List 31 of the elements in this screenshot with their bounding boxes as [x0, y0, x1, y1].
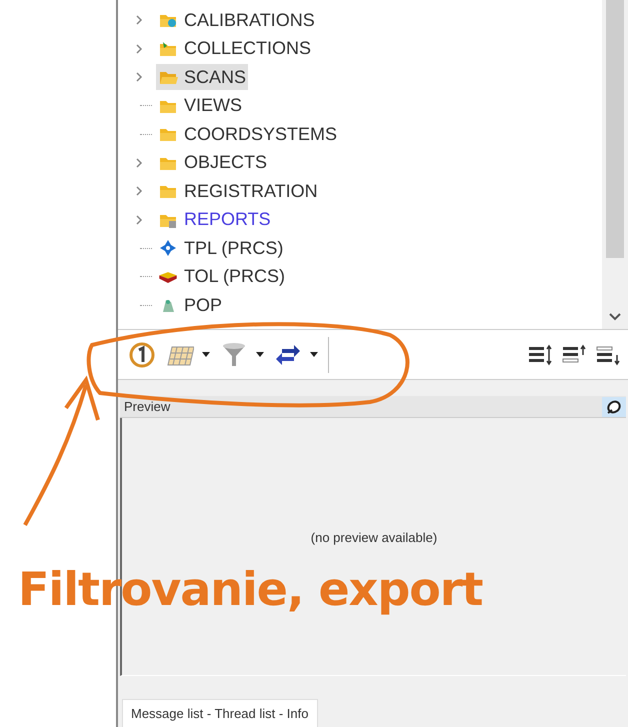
- tree-item[interactable]: REGISTRATION: [156, 178, 320, 204]
- tree-item[interactable]: TOL (PRCS): [156, 264, 288, 290]
- tpl-icon: [158, 239, 178, 258]
- dropdown-caret-icon: [202, 352, 210, 357]
- expand-chevron-icon[interactable]: [136, 44, 143, 54]
- expand-chevron-icon[interactable]: [136, 158, 143, 168]
- tree-item[interactable]: REPORTS: [156, 206, 273, 233]
- tree-item[interactable]: CALIBRATIONS: [156, 7, 317, 34]
- dropdown-caret-icon: [256, 352, 264, 357]
- expand-chevron-icon[interactable]: [136, 186, 143, 196]
- dropdown-caret-icon: [310, 352, 318, 357]
- panel-title: Preview: [124, 398, 170, 416]
- tol-icon: [158, 270, 178, 283]
- scroll-down-icon[interactable]: [609, 313, 621, 321]
- tree-item[interactable]: COLLECTIONS: [156, 36, 314, 62]
- tree-item[interactable]: POP: [156, 292, 224, 318]
- expand-chevron-icon[interactable]: [136, 15, 143, 26]
- tree-item[interactable]: OBJECTS: [156, 150, 270, 176]
- expand-chevron-icon[interactable]: [136, 72, 143, 82]
- tree-item[interactable]: TPL (PRCS): [156, 235, 286, 262]
- collections-icon: [158, 40, 178, 58]
- pin-icon[interactable]: [602, 396, 626, 416]
- counter-icon: [128, 340, 156, 368]
- panel-tab[interactable]: Message list - Thread list - Info: [122, 698, 318, 727]
- expand-chevron-icon[interactable]: [136, 214, 143, 225]
- scrollbar-thumb[interactable]: [606, 0, 624, 258]
- tree-item[interactable]: VIEWS: [156, 92, 244, 119]
- preview-message: (no preview available): [310, 529, 438, 544]
- tree-item[interactable]: COORDSYSTEMS: [156, 121, 340, 148]
- filter-icon: [220, 340, 248, 368]
- tree-item[interactable]: SCANS: [156, 64, 248, 90]
